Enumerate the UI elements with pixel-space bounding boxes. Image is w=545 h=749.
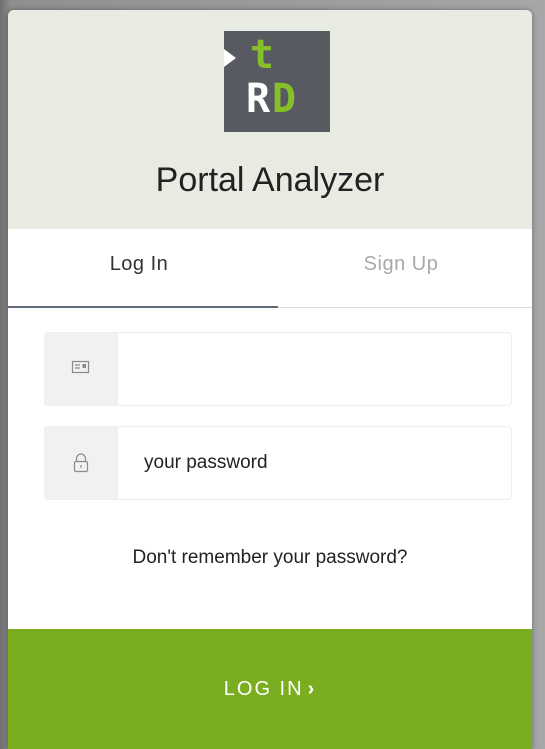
email-field (44, 332, 512, 406)
log-in-button[interactable]: LOG IN › (8, 629, 532, 749)
auth-tabs: Log In Sign Up (8, 229, 532, 308)
email-input[interactable] (118, 333, 511, 405)
logo-letter-r: R (246, 76, 271, 122)
active-tab-indicator (8, 306, 278, 308)
log-in-button-label: LOG IN (223, 678, 304, 700)
forgot-password-link[interactable]: Don't remember your password? (8, 547, 532, 569)
logo-triangle-icon (224, 49, 236, 67)
logo-letter-d: D (272, 76, 297, 122)
app-title: Portal Analyzer (155, 161, 385, 199)
trd-logo: t R D (224, 31, 330, 132)
tab-sign-up[interactable]: Sign Up (270, 229, 532, 307)
email-icon-box (45, 333, 118, 405)
logo-letter-t: t (250, 32, 275, 78)
login-dialog: t R D Portal Analyzer Log In Sign Up Don… (8, 10, 532, 749)
password-icon-box (45, 427, 118, 499)
chevron-right-icon: › (307, 678, 317, 700)
password-input[interactable] (118, 427, 511, 499)
password-field (44, 426, 512, 500)
id-card-icon (71, 360, 90, 374)
lock-icon (73, 453, 89, 473)
tab-log-in[interactable]: Log In (8, 229, 270, 307)
dialog-header: t R D Portal Analyzer (8, 10, 532, 229)
